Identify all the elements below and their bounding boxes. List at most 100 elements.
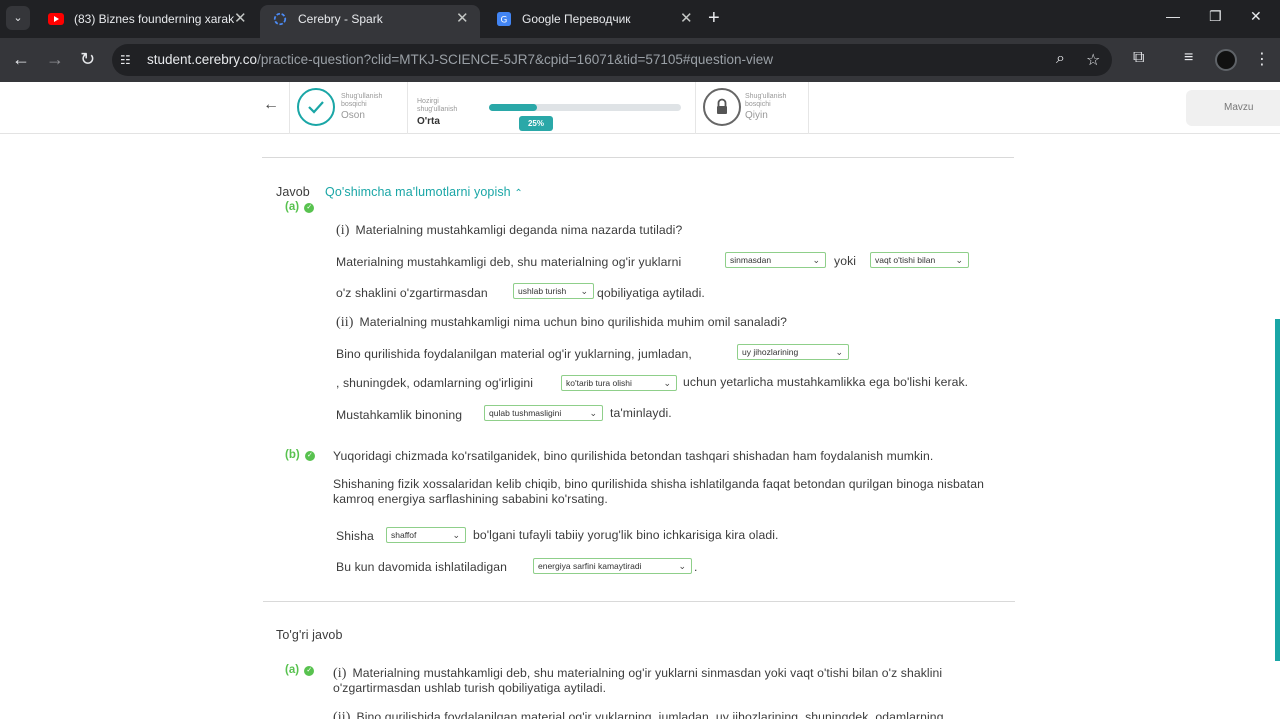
tab-title: Cerebry - Spark [298,12,383,26]
correct-answer-i: (i) Materialning mustahkamligi deb, shu m… [333,666,1013,696]
roman-numeral: (ii) [333,710,351,719]
correct-answer-text: Materialning mustahkamligi deb, shu mate… [333,666,943,695]
answer-label: Javob [276,185,310,199]
correct-answer-ii: (ii) Bino qurilishida foydalanilgan mater… [333,710,1001,719]
toggle-label: Qo'shimcha ma'lumotlarni yopish [325,185,511,199]
minimize-icon[interactable]: — [1166,8,1180,24]
close-icon[interactable]: ✕ [680,5,693,33]
practice-header: ← Shug'ullanish bosqichi Oson Hozirgi sh… [0,82,1280,134]
svg-text:G: G [501,16,508,26]
chevron-down-icon: ⌄ [678,561,686,571]
tab-google-translate[interactable]: G Google Переводчик ✕ [484,5,702,38]
back-arrow-icon[interactable]: ← [263,96,279,114]
answer-text: Bino qurilishida foydalanilgan material … [336,347,692,361]
dropdown-value: qulab tushmasligini [489,408,562,418]
browser-toolbar: ← → ↻ ☷ student.cerebry.co/practice-ques… [0,38,1280,82]
question-ii: (ii) Materialning mustahkamligi nima uchu… [336,315,787,331]
maximize-icon[interactable]: ❐ [1209,8,1222,25]
chevron-up-icon: ⌃ [514,188,523,199]
answer-text: Shisha [336,529,374,543]
divider [262,157,1014,158]
chevron-down-icon: ⌄ [452,530,460,540]
url-path: /practice-question?clid=MTKJ-SCIENCE-5JR… [257,52,773,67]
chevron-down-icon: ⌄ [589,408,597,418]
chevron-down-icon: ⌄ [580,286,588,296]
dropdown-sinmasdan[interactable]: sinmasdan ⌄ [725,252,826,268]
answer-text: uchun yetarlicha mustahkamlikka ega bo'l… [683,375,969,389]
tab-search-icon[interactable]: ⌄ [6,6,30,30]
hide-details-toggle[interactable]: Qo'shimcha ma'lumotlarni yopish ⌃ [325,185,523,199]
tab-youtube[interactable]: (83) Biznes founderning xarakte ✕ [36,5,254,38]
reload-icon[interactable]: ↻ [80,48,95,70]
correct-answer-heading: To'g'ri javob [276,628,343,642]
level-caption: Shug'ullanish bosqichi [745,93,787,108]
roman-numeral: (ii) [336,315,354,330]
answer-text: ta'minlaydi. [610,406,672,420]
page-scrollbar[interactable] [1275,319,1280,661]
window-close-icon[interactable]: ✕ [1250,8,1262,25]
level-name: Qiyin [745,110,768,121]
divider [263,601,1015,602]
bookmark-star-icon[interactable]: ☆ [1086,50,1100,70]
chevron-down-icon: ⌄ [663,378,671,388]
forward-icon[interactable]: → [46,48,64,70]
correct-check-icon: ✓ [304,666,315,676]
question-text: Materialning mustahkamligi nima uchun bi… [359,315,788,329]
level-hard[interactable]: Shug'ullanish bosqichi Qiyin [695,82,809,134]
menu-dots-icon[interactable]: ⋮ [1254,49,1270,69]
url-text[interactable]: student.cerebry.co/practice-question?cli… [147,52,773,67]
dropdown-value: ko'tarib tura olishi [566,378,632,388]
dropdown-value: shaffof [391,530,417,540]
media-control-icon[interactable]: ≡ [1184,49,1193,67]
part-a-label: (a) ✓ [285,201,315,213]
progress-badge: 25% [519,116,553,131]
dropdown-uy-jihozlari[interactable]: uy jihozlarining ⌄ [737,344,849,360]
chevron-down-icon: ⌄ [835,347,843,357]
answer-text: qobiliyatiga aytiladi. [597,286,705,300]
checkmark-icon [297,88,335,126]
tab-title: (83) Biznes founderning xarakte [74,12,234,26]
dropdown-kotarib[interactable]: ko'tarib tura olishi ⌄ [561,375,677,391]
new-tab-button[interactable]: + [708,8,720,28]
correct-answer-text: Bino qurilishida foydalanilgan material … [356,710,944,719]
level-name: Oson [341,110,365,121]
profile-avatar[interactable] [1215,49,1237,71]
question-text: Materialning mustahkamligi deganda nima … [355,223,683,237]
roman-numeral: (i) [336,223,350,238]
dropdown-shaffof[interactable]: shaffof ⌄ [386,527,466,543]
level-caption: Shug'ullanish bosqichi [341,93,383,108]
answer-text: Materialning mustahkamligi deb, shu mate… [336,255,682,269]
tab-cerebry[interactable]: Cerebry - Spark ✕ [260,5,480,38]
dropdown-value: sinmasdan [730,255,772,265]
close-icon[interactable]: ✕ [456,5,469,33]
answer-text: Mustahkamlik binoning [336,408,463,422]
answer-text: o'z shaklini o'zgartirmasdan [336,286,488,300]
current-level-name: O'rta [417,116,440,127]
dropdown-value: ushlab turish [518,286,567,296]
dropdown-value: uy jihozlarining [742,347,799,357]
level-easy[interactable]: Shug'ullanish bosqichi Oson [289,82,407,134]
question-text: Yuqoridagi chizmada ko'rsatilganidek, bi… [333,449,934,463]
answer-text: bo'lgani tufayli tabiiy yorug'lik bino i… [473,528,779,542]
browser-tab-bar: ⌄ (83) Biznes founderning xarakte ✕ Cere… [0,0,1280,38]
address-bar[interactable]: ☷ student.cerebry.co/practice-question?c… [112,44,1112,76]
back-icon[interactable]: ← [12,48,30,70]
dropdown-value: energiya sarfini kamaytiradi [538,561,642,571]
dropdown-vaqt[interactable]: vaqt o'tishi bilan ⌄ [870,252,969,268]
site-settings-icon[interactable]: ☷ [120,53,131,67]
extensions-icon[interactable]: ⧉ [1133,49,1144,67]
tab-title: Google Переводчик [522,12,631,26]
roman-numeral: (i) [333,666,347,681]
question-i: (i) Materialning mustahkamligi deganda ni… [336,223,682,239]
dropdown-ushlab[interactable]: ushlab turish ⌄ [513,283,594,299]
dropdown-qulab[interactable]: qulab tushmasligini ⌄ [484,405,603,421]
progress-bar [489,104,681,111]
correct-part-a-label: (a) ✓ [285,664,315,676]
correct-check-icon: ✓ [304,451,315,461]
dropdown-energiya[interactable]: energiya sarfini kamaytiradi ⌄ [533,558,692,574]
answer-text: . [694,560,698,574]
zoom-icon[interactable]: ⌕ [1056,50,1065,68]
answer-text: yoki [834,254,857,268]
topic-button[interactable]: Mavzu [1186,90,1280,126]
close-icon[interactable]: ✕ [234,5,247,33]
